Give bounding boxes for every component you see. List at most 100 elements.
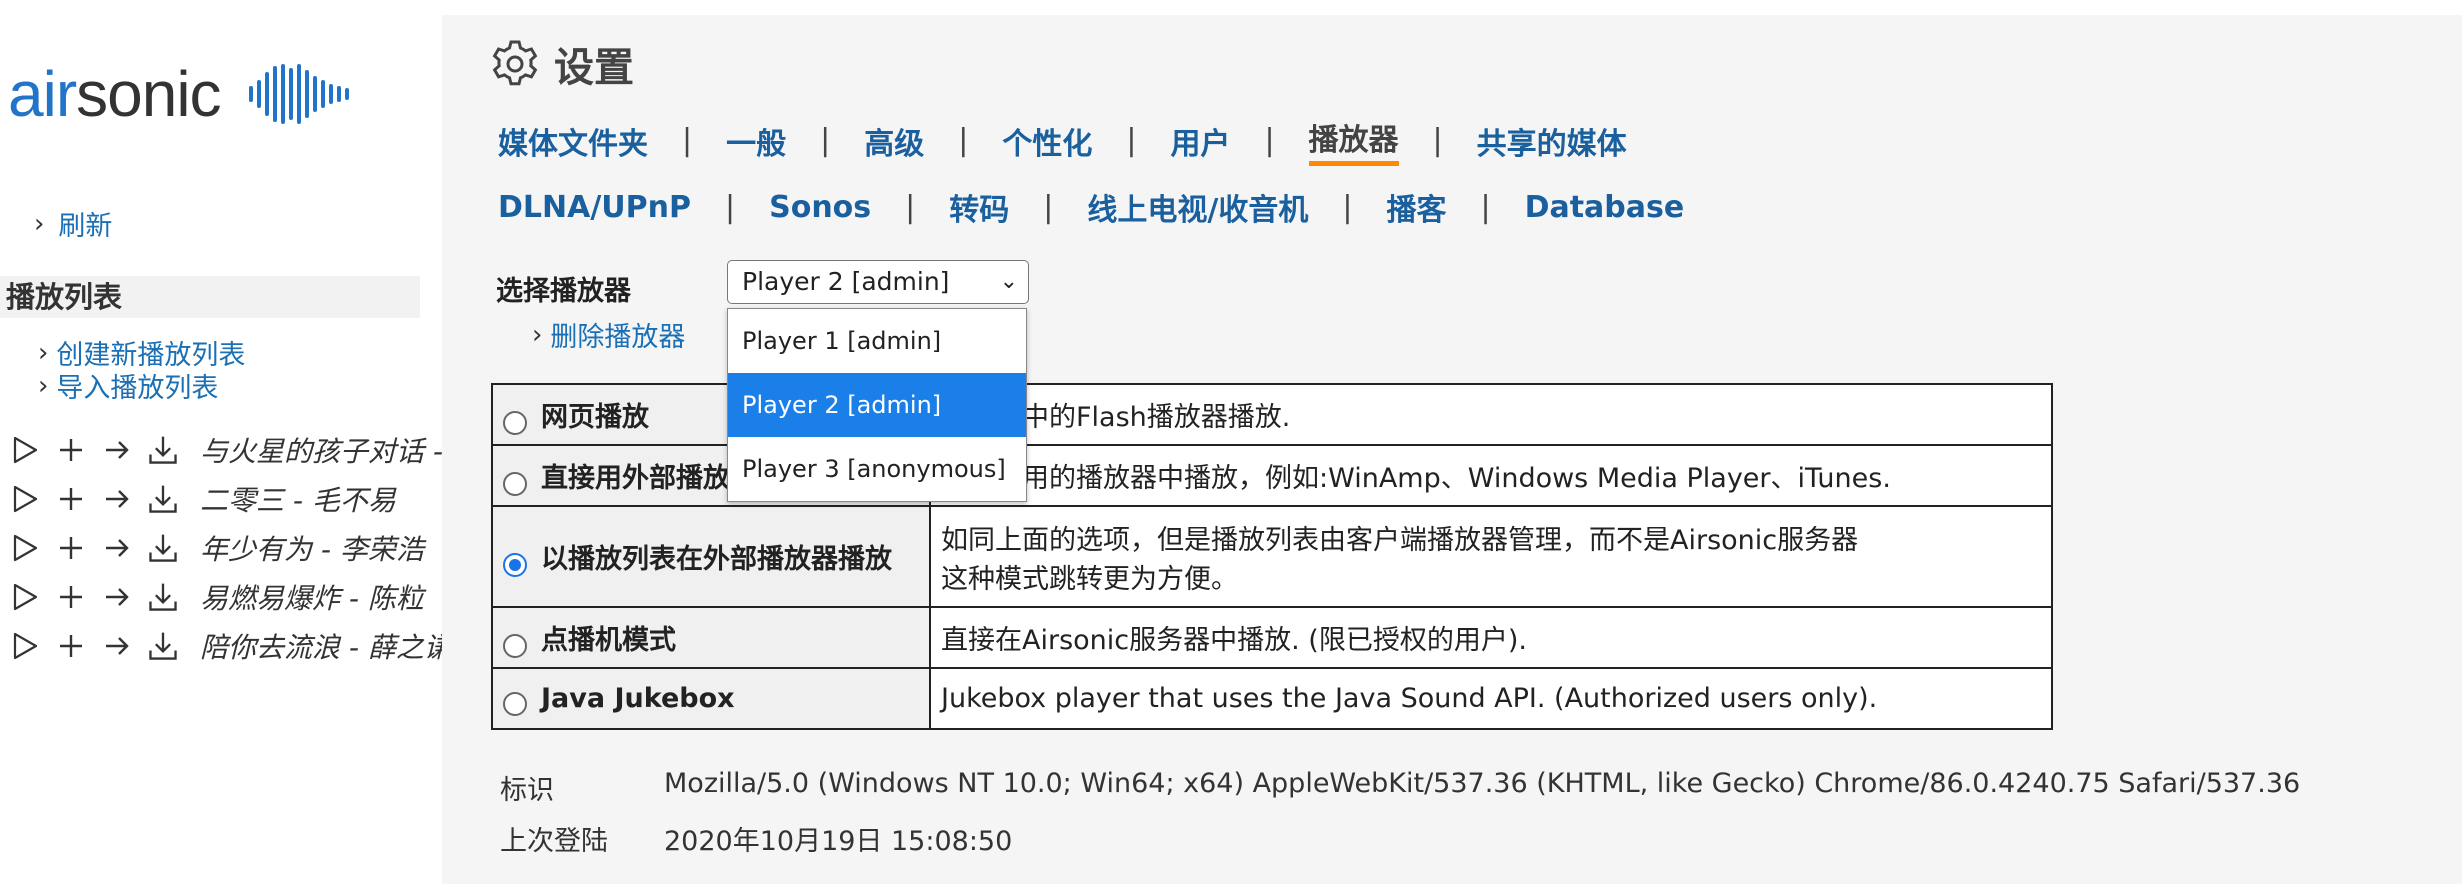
arrow-right-icon[interactable] bbox=[100, 482, 134, 516]
download-icon[interactable] bbox=[146, 531, 180, 565]
list-item: 二零三 - 毛不易 bbox=[8, 479, 396, 519]
list-item: 年少有为 - 李荣浩 bbox=[8, 528, 424, 568]
radio-button[interactable] bbox=[503, 633, 527, 658]
radio-button[interactable] bbox=[503, 691, 527, 716]
tab-shared-media[interactable]: 共享的媒体 bbox=[1477, 119, 1627, 163]
mode-label: 点播机模式 bbox=[541, 625, 676, 656]
settings-tabs-row2: DLNA/UPnP | Sonos | 转码 | 线上电视/收音机 | 播客 |… bbox=[498, 185, 1684, 229]
table-row: 直接用外部播放器播放 在你常用的播放器中播放，例如:WinAmp、Windows… bbox=[491, 444, 2053, 507]
tab-advanced[interactable]: 高级 bbox=[864, 119, 924, 163]
chevron-right-icon: › bbox=[532, 319, 543, 350]
airsonic-logo[interactable]: air sonic bbox=[8, 58, 351, 130]
download-icon[interactable] bbox=[146, 580, 180, 614]
player-mode-table: 网页播放 在网页中的Flash播放器播放. 直接用外部播放器播放 在你常用的播放… bbox=[491, 383, 2053, 730]
mode-label: 以播放列表在外部播放器播放 bbox=[541, 544, 892, 575]
tab-separator: | bbox=[1342, 189, 1353, 225]
tab-users[interactable]: 用户 bbox=[1170, 119, 1230, 163]
gear-icon bbox=[492, 40, 538, 86]
mode-jukebox[interactable]: 点播机模式 bbox=[491, 606, 931, 669]
add-icon[interactable] bbox=[54, 580, 88, 614]
add-icon[interactable] bbox=[54, 629, 88, 663]
player-option[interactable]: Player 1 [admin] bbox=[728, 309, 1026, 373]
table-row: 网页播放 在网页中的Flash播放器播放. bbox=[491, 383, 2053, 446]
left-panel: air sonic › 刷新 播放列表 › 创建新播放列表 › 导入播放列表 与… bbox=[0, 0, 442, 884]
play-icon[interactable] bbox=[8, 482, 42, 516]
chevron-down-icon: ⌄ bbox=[999, 269, 1018, 294]
tab-separator: | bbox=[1480, 189, 1491, 225]
tab-database[interactable]: Database bbox=[1525, 190, 1685, 225]
list-item: 易燃易爆炸 - 陈粒 bbox=[8, 577, 424, 617]
song-title[interactable]: 陪你去流浪 - 薛之谦 bbox=[200, 626, 442, 666]
add-icon[interactable] bbox=[54, 531, 88, 565]
download-icon[interactable] bbox=[146, 629, 180, 663]
radio-button[interactable] bbox=[503, 471, 527, 496]
play-icon[interactable] bbox=[8, 629, 42, 663]
mode-description-line2: 这种模式跳转更为方便。 bbox=[941, 563, 1238, 595]
play-icon[interactable] bbox=[8, 580, 42, 614]
play-icon[interactable] bbox=[8, 531, 42, 565]
add-icon[interactable] bbox=[54, 433, 88, 467]
table-row: Java Jukebox Jukebox player that uses th… bbox=[491, 667, 2053, 730]
list-item: 与火星的孩子对话 - bbox=[8, 430, 442, 470]
mode-description: 在你常用的播放器中播放，例如:WinAmp、Windows Media Play… bbox=[929, 444, 2053, 507]
playlists-heading: 播放列表 bbox=[0, 276, 420, 318]
last-login-value: 2020年10月19日 15:08:50 bbox=[664, 826, 1013, 857]
radio-button[interactable] bbox=[503, 410, 527, 435]
song-title[interactable]: 年少有为 - 李荣浩 bbox=[200, 528, 424, 568]
mode-external-playlist[interactable]: 以播放列表在外部播放器播放 bbox=[491, 505, 931, 608]
page-title: 设置 bbox=[490, 35, 634, 93]
table-row: 点播机模式 直接在Airsonic服务器中播放. (限已授权的用户). bbox=[491, 606, 2053, 669]
select-player-label: 选择播放器 bbox=[496, 276, 631, 307]
tab-separator: | bbox=[905, 189, 916, 225]
tab-separator: | bbox=[1126, 123, 1137, 158]
tab-separator: | bbox=[725, 189, 736, 225]
page-title-text: 设置 bbox=[554, 45, 634, 91]
tab-players[interactable]: 播放器 bbox=[1308, 115, 1399, 166]
tab-transcoding[interactable]: 转码 bbox=[949, 185, 1009, 229]
download-icon[interactable] bbox=[146, 433, 180, 467]
player-option[interactable]: Player 3 [anonymous] bbox=[728, 437, 1026, 501]
download-icon[interactable] bbox=[146, 482, 180, 516]
player-select[interactable]: Player 2 [admin] ⌄ bbox=[727, 260, 1029, 304]
settings-tabs-row1: 媒体文件夹 | 一般 | 高级 | 个性化 | 用户 | 播放器 | 共享的媒体 bbox=[498, 115, 1627, 166]
delete-player-label: 删除播放器 bbox=[550, 322, 686, 353]
delete-player-link[interactable]: › 删除播放器 bbox=[532, 315, 685, 354]
song-title[interactable]: 二零三 - 毛不易 bbox=[200, 479, 396, 519]
player-option-highlighted[interactable]: Player 2 [admin] bbox=[728, 373, 1026, 437]
logo-air-text: air bbox=[8, 58, 77, 130]
tab-media-folders[interactable]: 媒体文件夹 bbox=[498, 119, 648, 163]
tab-sonos[interactable]: Sonos bbox=[769, 190, 871, 225]
list-item: 陪你去流浪 - 薛之谦 bbox=[8, 626, 442, 666]
arrow-right-icon[interactable] bbox=[100, 531, 134, 565]
import-playlist-link[interactable]: › 导入播放列表 bbox=[38, 366, 218, 405]
arrow-right-icon[interactable] bbox=[100, 629, 134, 663]
tab-internet-radio[interactable]: 线上电视/收音机 bbox=[1087, 185, 1308, 229]
chevron-right-icon: › bbox=[38, 370, 49, 401]
song-title[interactable]: 易燃易爆炸 - 陈粒 bbox=[200, 577, 424, 617]
tab-podcast[interactable]: 播客 bbox=[1386, 185, 1446, 229]
refresh-link[interactable]: › 刷新 bbox=[34, 204, 112, 243]
tab-personal[interactable]: 个性化 bbox=[1002, 119, 1092, 163]
tab-separator: | bbox=[820, 123, 831, 158]
tab-general[interactable]: 一般 bbox=[726, 119, 786, 163]
mode-label: 网页播放 bbox=[541, 402, 649, 433]
song-title[interactable]: 与火星的孩子对话 - bbox=[200, 430, 442, 470]
chevron-right-icon: › bbox=[34, 208, 45, 239]
arrow-right-icon[interactable] bbox=[100, 580, 134, 614]
add-icon[interactable] bbox=[54, 482, 88, 516]
mode-description-line1: 如同上面的选项，但是播放列表由客户端播放器管理，而不是Airsonic服务器 bbox=[941, 524, 1859, 556]
play-icon[interactable] bbox=[8, 433, 42, 467]
tab-separator: | bbox=[958, 123, 969, 158]
logo-sonic-text: sonic bbox=[76, 58, 221, 130]
mode-label: Java Jukebox bbox=[541, 683, 735, 714]
tab-separator: | bbox=[1432, 123, 1443, 158]
mode-description: 如同上面的选项，但是播放列表由客户端播放器管理，而不是Airsonic服务器 这… bbox=[929, 505, 2053, 608]
mode-java-jukebox[interactable]: Java Jukebox bbox=[491, 667, 931, 730]
table-row: 以播放列表在外部播放器播放 如同上面的选项，但是播放列表由客户端播放器管理，而不… bbox=[491, 505, 2053, 608]
mode-description: 在网页中的Flash播放器播放. bbox=[929, 383, 2053, 446]
waveform-icon bbox=[248, 64, 349, 124]
tab-dlna[interactable]: DLNA/UPnP bbox=[498, 190, 691, 225]
arrow-right-icon[interactable] bbox=[100, 433, 134, 467]
mode-description: Jukebox player that uses the Java Sound … bbox=[929, 667, 2053, 730]
radio-button-selected[interactable] bbox=[503, 552, 527, 577]
